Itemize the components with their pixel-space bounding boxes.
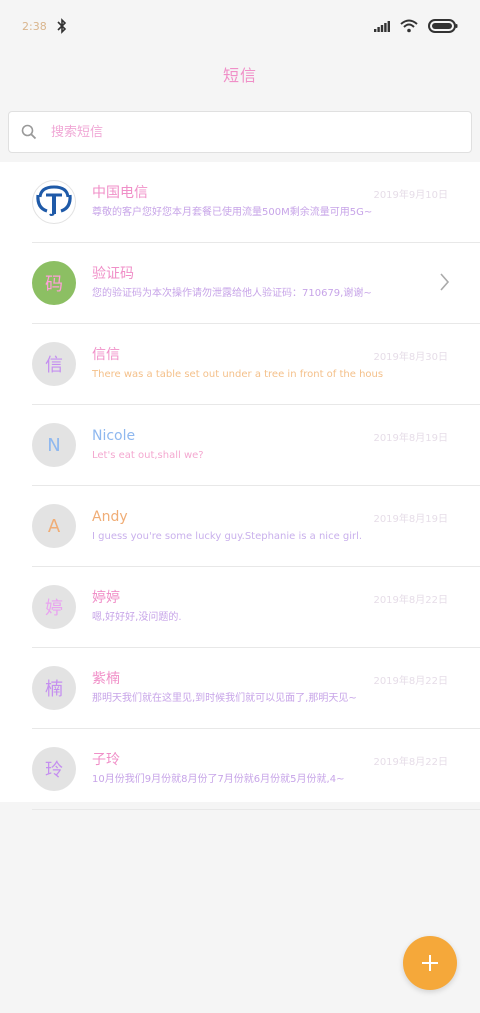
avatar-text: 码: [45, 274, 63, 295]
status-left: 2:38: [22, 18, 67, 34]
thread-preview: 您的验证码为本次操作请勿泄露给他人验证码：710679,谢谢~: [92, 288, 372, 299]
search-bar[interactable]: [8, 111, 472, 153]
search-icon: [21, 124, 37, 140]
avatar-text: 婷: [45, 598, 63, 619]
thread-date: 2019年8月30日: [373, 352, 448, 363]
thread-preview: 那明天我们就在这里见,到时候我们就可以见面了,那明天见~: [92, 693, 357, 704]
page-title: 短信: [222, 66, 257, 85]
chevron-right-icon[interactable]: [440, 273, 450, 291]
thread-date: 2019年9月10日: [373, 190, 448, 201]
wifi-icon: [400, 19, 418, 33]
avatar-text: 信: [45, 355, 63, 376]
thread-row[interactable]: 楠 紫楠 那明天我们就在这里见,到时候我们就可以见面了,那明天见~ 2019年8…: [32, 648, 480, 729]
thread-row[interactable]: 婷 婷婷 嗯,好好好,没问题的. 2019年8月22日: [32, 567, 480, 648]
thread-preview: Let's eat out,shall we?: [92, 450, 204, 461]
message-list: 中国电信 尊敬的客户您好您本月套餐已使用流量500M剩余流量可用5G~ 2019…: [0, 162, 480, 810]
thread-row[interactable]: 中国电信 尊敬的客户您好您本月套餐已使用流量500M剩余流量可用5G~ 2019…: [32, 162, 480, 243]
thread-date: 2019年8月19日: [373, 514, 448, 525]
china-telecom-logo-icon: [35, 181, 73, 224]
thread-preview: 嗯,好好好,没问题的.: [92, 612, 182, 623]
plus-icon: [420, 953, 440, 973]
avatar-text: 楠: [45, 679, 63, 700]
thread-preview: 尊敬的客户您好您本月套餐已使用流量500M剩余流量可用5G~: [92, 207, 373, 218]
avatar: 楠: [32, 666, 76, 710]
thread-preview: There was a table set out under a tree i…: [92, 369, 384, 380]
avatar: A: [32, 504, 76, 548]
status-right: [374, 19, 458, 33]
thread-name: 验证码: [92, 266, 134, 282]
thread-date: 2019年8月22日: [373, 676, 448, 687]
thread-date: 2019年8月22日: [373, 595, 448, 606]
bluetooth-icon: [57, 18, 67, 34]
thread-texts: 验证码 您的验证码为本次操作请勿泄露给他人验证码：710679,谢谢~: [92, 265, 422, 301]
thread-date: 2019年8月22日: [373, 757, 448, 768]
thread-row[interactable]: N Nicole Let's eat out,shall we? 2019年8月…: [32, 405, 480, 486]
compose-button[interactable]: [403, 936, 457, 990]
avatar: 玲: [32, 747, 76, 791]
avatar: 婷: [32, 585, 76, 629]
avatar-text: N: [47, 434, 61, 456]
thread-preview: I guess you're some lucky guy.Stephanie …: [92, 531, 363, 542]
avatar-text: A: [47, 515, 61, 537]
thread-row[interactable]: 信 信信 There was a table set out under a t…: [32, 324, 480, 405]
avatar: [32, 180, 76, 224]
avatar: N: [32, 423, 76, 467]
status-bar: 2:38: [0, 0, 480, 52]
status-time: 2:38: [22, 19, 47, 33]
signal-icon: [374, 20, 390, 32]
thread-row[interactable]: 码 验证码 您的验证码为本次操作请勿泄露给他人验证码：710679,谢谢~: [32, 243, 480, 324]
thread-date: 2019年8月19日: [373, 433, 448, 444]
avatar: 信: [32, 342, 76, 386]
avatar: 码: [32, 261, 76, 305]
thread-row[interactable]: 玲 子玲 10月份我们9月份就8月份了7月份就6月份就5月份就,4~ 2019年…: [32, 729, 480, 810]
avatar-text: 玲: [45, 760, 63, 781]
battery-icon: [428, 19, 458, 33]
thread-row[interactable]: A Andy I guess you're some lucky guy.Ste…: [32, 486, 480, 567]
thread-preview: 10月份我们9月份就8月份了7月份就6月份就5月份就,4~: [92, 774, 345, 785]
search-input[interactable]: [49, 123, 413, 141]
